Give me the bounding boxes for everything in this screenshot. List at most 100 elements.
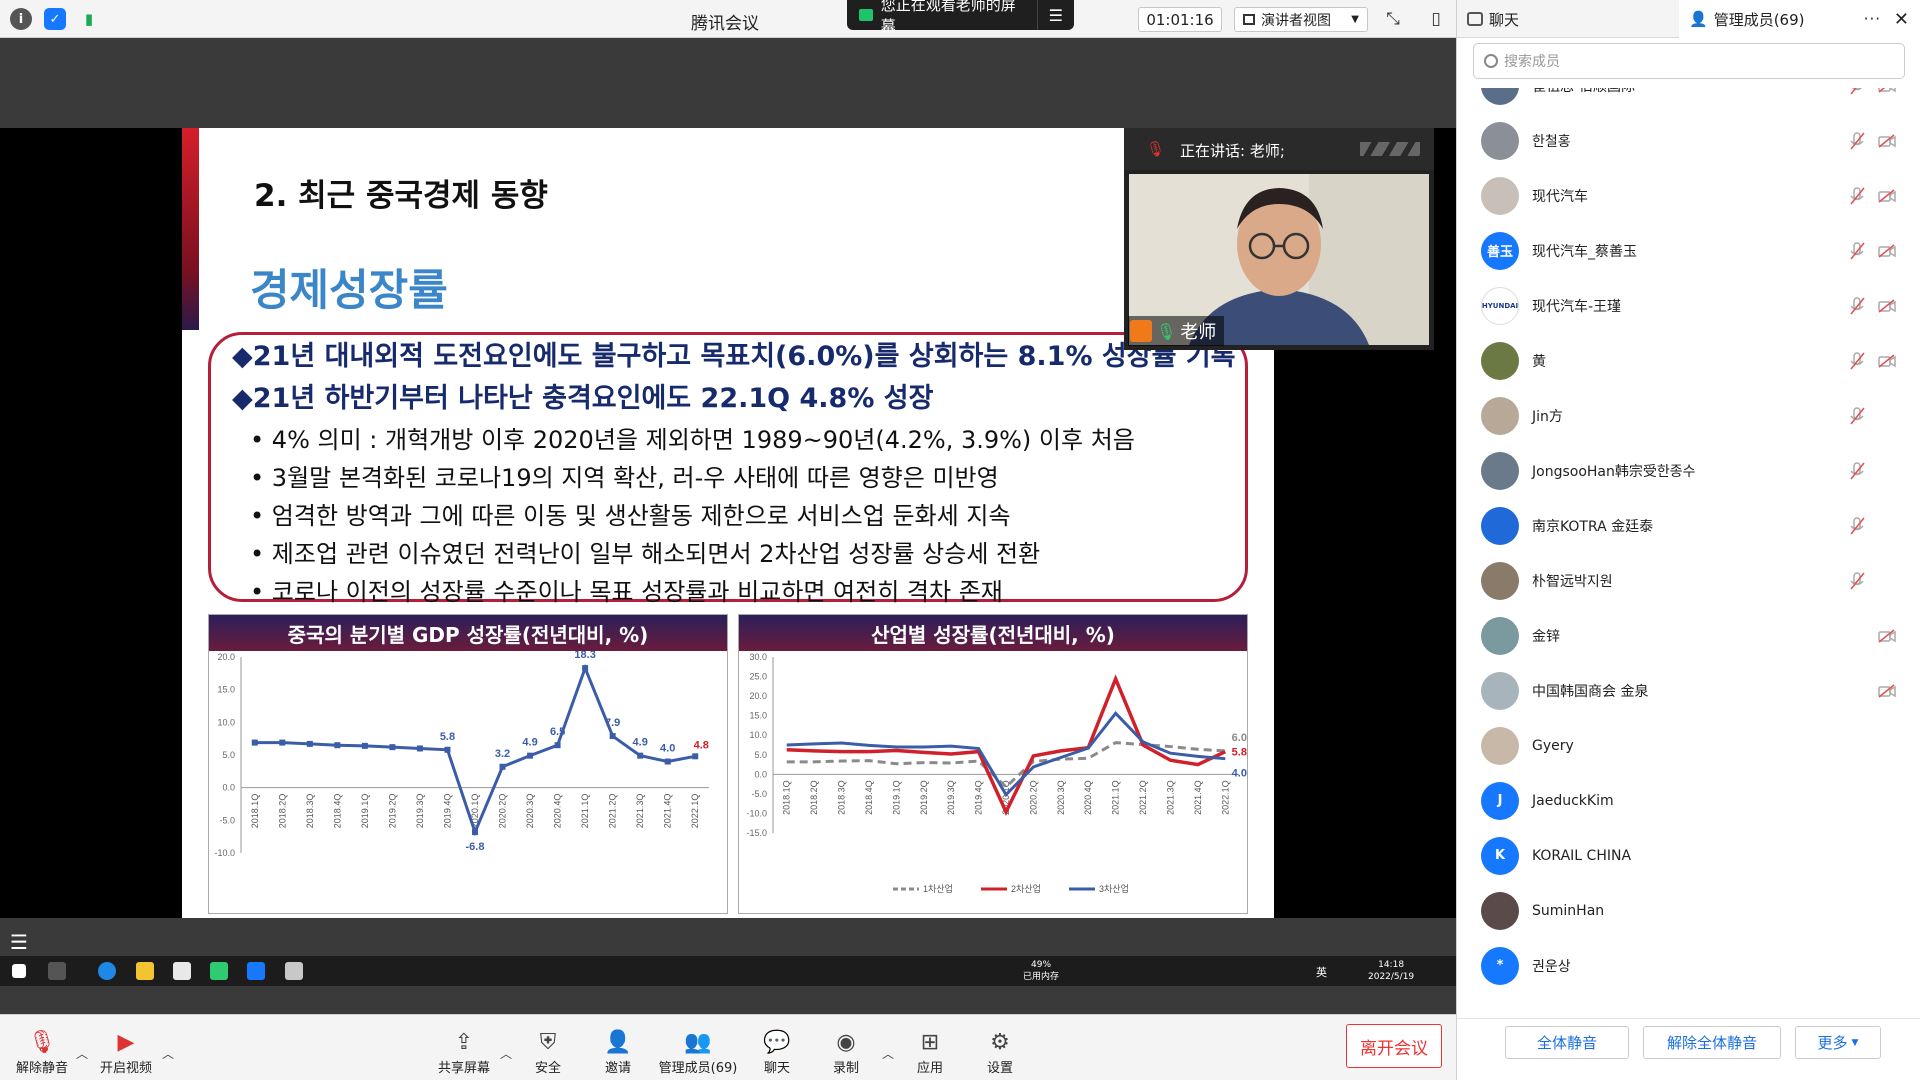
member-row[interactable]: 崔祖忠-佰顺国际 <box>1457 88 1920 113</box>
security-button[interactable]: ⛨ 安全 <box>508 1029 588 1077</box>
data-point <box>609 733 616 740</box>
sub-bullet-5: • 코로나 이전의 성장률 수준이나 목표 성장률과 비교하면 여전히 격차 존… <box>250 578 1003 606</box>
add-user-icon: 👤 <box>604 1029 632 1055</box>
mic-off-icon[interactable] <box>1849 351 1865 370</box>
mic-off-icon[interactable] <box>1849 241 1865 260</box>
tab-members[interactable]: 👤 管理成员(69) ··· ✕ <box>1679 0 1920 38</box>
member-name: KORAIL CHINA <box>1532 847 1632 864</box>
manage-members-button[interactable]: 👥 管理成员(69) <box>658 1029 738 1077</box>
camera-off-icon[interactable] <box>1878 628 1896 643</box>
x-tick-label: 2018.4Q <box>864 780 874 815</box>
member-name: 崔祖忠-佰顺国际 <box>1532 88 1635 96</box>
start-video-button[interactable]: ▶ 开启视频 <box>86 1029 166 1077</box>
avatar: 善玉 <box>1481 231 1519 270</box>
member-row[interactable]: 南京KOTRA 金廷泰 <box>1457 498 1920 553</box>
mic-off-icon[interactable] <box>1849 571 1865 590</box>
signal-icon[interactable]: ▮ <box>78 8 100 30</box>
mic-off-icon[interactable] <box>1849 461 1865 480</box>
x-tick-label: 2019.1Q <box>360 794 370 829</box>
y-tick-label: 0.0 <box>222 783 235 793</box>
camera-off-icon[interactable] <box>1878 133 1896 148</box>
member-row[interactable]: 黄 <box>1457 333 1920 388</box>
avatar: HYUNDAI <box>1481 286 1519 325</box>
member-row[interactable]: 中国韩国商会 金泉 <box>1457 663 1920 718</box>
member-row[interactable]: 金锌 <box>1457 608 1920 663</box>
more-button[interactable]: 更多 ▼ <box>1795 1026 1881 1059</box>
camera-off-icon[interactable] <box>1878 243 1896 258</box>
share-screen-button[interactable]: ⇪ 共享屏幕 <box>424 1029 504 1077</box>
speaker-bar: 🎙 正在讲话: 老师; <box>1124 128 1434 170</box>
info-icon[interactable]: i <box>10 8 32 30</box>
mic-off-icon[interactable] <box>1849 186 1865 205</box>
unmute-all-button[interactable]: 解除全体静音 <box>1643 1026 1781 1059</box>
mic-off-icon[interactable] <box>1849 406 1865 425</box>
y-tick-label: 30.0 <box>749 652 767 662</box>
invite-button[interactable]: 👤 邀请 <box>578 1029 658 1077</box>
mic-off-icon[interactable] <box>1849 88 1865 95</box>
watching-text: 您正在观看老师的屏幕 <box>880 0 1016 35</box>
y-tick-label: -10.0 <box>214 848 235 858</box>
camera-off-icon[interactable] <box>1878 88 1896 93</box>
fullscreen-exit-icon[interactable]: ⤡ <box>1382 8 1404 30</box>
member-row[interactable]: HYUNDAI 现代汽车-王瑾 <box>1457 278 1920 333</box>
mic-off-icon[interactable] <box>1849 296 1865 315</box>
tencent-logo-icon <box>1360 142 1420 156</box>
member-row[interactable]: SuminHan <box>1457 883 1920 938</box>
member-row[interactable]: 善玉 现代汽车_蔡善玉 <box>1457 223 1920 278</box>
speaker-video-tile[interactable]: 🎙 正在讲话: 老师; 🎙 老师 <box>1124 128 1434 350</box>
camera-off-icon[interactable] <box>1878 353 1896 368</box>
unmute-button[interactable]: 🎙 解除静音 <box>2 1029 82 1077</box>
camera-off-icon[interactable] <box>1878 188 1896 203</box>
shield-icon[interactable]: ✓ <box>44 8 66 30</box>
member-row[interactable]: K KORAIL CHINA <box>1457 828 1920 883</box>
windows-start-icon <box>12 964 26 978</box>
member-row[interactable]: * 권운상 <box>1457 938 1920 993</box>
member-row[interactable]: Jin方 <box>1457 388 1920 443</box>
record-button[interactable]: ◉ 录制 <box>806 1029 886 1077</box>
y-tick-label: -5.0 <box>751 789 767 799</box>
x-tick-label: 2018.2Q <box>277 794 287 829</box>
camera-off-icon[interactable] <box>1878 683 1896 698</box>
settings-button[interactable]: ⚙ 设置 <box>960 1029 1040 1077</box>
mic-off-icon[interactable] <box>1849 131 1865 150</box>
menu-icon[interactable]: ☰ <box>1036 0 1074 30</box>
leave-meeting-button[interactable]: 离开会议 <box>1346 1024 1442 1068</box>
x-tick-label: 2021.4Q <box>1193 780 1203 815</box>
chat-button[interactable]: 💬 聊天 <box>737 1029 817 1077</box>
video-options-chevron-icon[interactable]: ︿ <box>162 1045 174 1062</box>
data-label: 18.3 <box>574 651 595 661</box>
app-title: 腾讯会议 <box>691 14 759 34</box>
data-label: 4.9 <box>522 737 537 749</box>
member-row[interactable]: 한철홍 <box>1457 113 1920 168</box>
camera-off-icon[interactable] <box>1878 298 1896 313</box>
mic-off-icon[interactable] <box>1849 516 1865 535</box>
member-name: 黄 <box>1532 353 1546 370</box>
presentation-slide: 2. 최근 중국경제 동향 경제성장률 ◆ 21년 대내외적 도전요인에도 불구… <box>182 128 1274 918</box>
member-row[interactable]: JongsooHan韩宗受한종수 <box>1457 443 1920 498</box>
mute-all-button[interactable]: 全体静音 <box>1505 1026 1629 1059</box>
x-tick-label: 2022.1Q <box>1220 780 1230 815</box>
data-point <box>499 763 506 770</box>
member-name: 现代汽车_蔡善玉 <box>1532 243 1637 260</box>
tab-chat[interactable]: 聊天 <box>1467 0 1675 38</box>
view-mode-select[interactable]: 演讲者视图 ▼ <box>1234 7 1368 32</box>
avatar <box>1481 506 1519 545</box>
tray-clock: 14:18 2022/5/19 <box>1368 960 1415 982</box>
y-tick-label: 0.0 <box>754 769 767 779</box>
apps-button[interactable]: ⊞ 应用 <box>890 1029 970 1077</box>
sidebar-toggle-icon[interactable]: ▯ <box>1425 8 1447 30</box>
member-row[interactable]: Gyery <box>1457 718 1920 773</box>
x-tick-label: 2021.2Q <box>1138 780 1148 815</box>
member-row[interactable]: 现代汽车 <box>1457 168 1920 223</box>
member-row[interactable]: 朴智远박지원 <box>1457 553 1920 608</box>
more-icon[interactable]: ··· <box>1864 10 1881 28</box>
list-icon[interactable]: ☰ <box>10 930 32 954</box>
industry-chart-card: 산업별 성장률(전년대비, %) 30.0 25.0 20.0 15.0 10.0 5.0… <box>738 614 1248 914</box>
search-members-input[interactable]: 搜索成员 <box>1473 43 1905 79</box>
member-row[interactable]: J JaeduckKim <box>1457 773 1920 828</box>
data-point <box>251 739 258 746</box>
pdf-icon <box>285 962 303 980</box>
member-name: SuminHan <box>1532 902 1605 919</box>
avatar: * <box>1481 946 1519 985</box>
close-icon[interactable]: ✕ <box>1894 9 1909 30</box>
